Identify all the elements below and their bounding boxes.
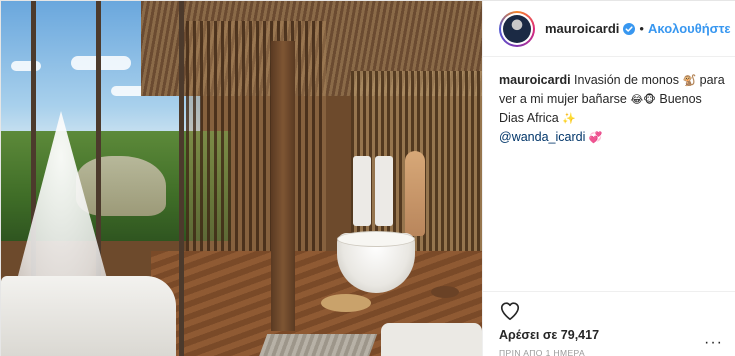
caption-text: Invasión de monos xyxy=(574,73,679,87)
photo-cloud xyxy=(11,61,41,71)
post-header: mauroicardi • Ακολουθήστε xyxy=(483,1,735,57)
caption-username[interactable]: mauroicardi xyxy=(499,73,571,87)
post-caption: mauroicardi Invasión de monos 🐒 para ver… xyxy=(499,71,727,147)
separator-dot: • xyxy=(639,21,644,36)
photo-window-frame xyxy=(179,1,184,356)
monkey-emoji: 🐒 xyxy=(682,74,697,87)
post-photo[interactable] xyxy=(1,1,482,356)
more-options-icon[interactable]: ··· xyxy=(704,334,723,352)
post-actions: Αρέσει σε 79,417 ΠΡΙΝ ΑΠΟ 1 ΗΜΕΡΑ ··· xyxy=(483,291,735,356)
laugh-monkey-emoji: 😂🐵 xyxy=(630,93,656,106)
photo-cushion xyxy=(381,323,482,356)
avatar-image xyxy=(503,14,531,43)
verified-badge-icon xyxy=(623,22,636,35)
avatar-ring xyxy=(501,12,533,45)
photo-rug xyxy=(258,334,378,356)
avatar[interactable] xyxy=(499,10,535,47)
follow-button[interactable]: Ακολουθήστε xyxy=(648,21,731,36)
sparkles-emoji: ✨ xyxy=(562,112,576,125)
photo-person xyxy=(405,151,425,236)
photo-towel xyxy=(375,156,393,226)
heart-icon[interactable] xyxy=(499,300,521,322)
photo-bed xyxy=(1,276,176,356)
photo-stool xyxy=(431,286,459,298)
photo-river xyxy=(76,156,166,216)
likes-count[interactable]: Αρέσει σε 79,417 xyxy=(499,328,599,342)
instagram-post: mauroicardi • Ακολουθήστε mauroicardi In… xyxy=(0,0,735,356)
photo-towel xyxy=(353,156,371,226)
photo-cloud xyxy=(71,56,131,70)
username-link[interactable]: mauroicardi xyxy=(545,21,619,36)
caption-mention-link[interactable]: @wanda_icardi xyxy=(499,130,585,144)
photo-bathtub-rim xyxy=(337,231,415,247)
post-timestamp[interactable]: ΠΡΙΝ ΑΠΟ 1 ΗΜΕΡΑ xyxy=(499,348,585,356)
photo-basket xyxy=(321,294,371,312)
photo-slat-wall xyxy=(186,21,326,251)
hearts-emoji: 💞 xyxy=(588,131,603,144)
photo-wood-beam xyxy=(271,41,295,331)
post-sidebar: mauroicardi • Ακολουθήστε mauroicardi In… xyxy=(482,1,735,356)
